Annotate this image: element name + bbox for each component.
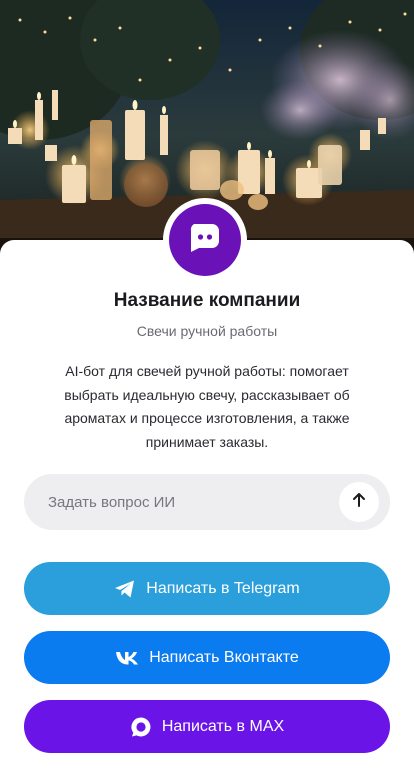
telegram-icon <box>114 579 136 599</box>
telegram-button[interactable]: Написать в Telegram <box>24 562 390 615</box>
vk-button[interactable]: Написать Вконтакте <box>24 631 390 684</box>
company-name: Название компании <box>113 290 301 311</box>
vk-button-label: Написать Вконтакте <box>149 648 299 666</box>
company-avatar <box>163 198 247 282</box>
max-button-label: Написать в MAX <box>161 717 285 735</box>
company-subtitle: Свечи ручной работы <box>136 323 278 339</box>
max-icon <box>130 716 152 738</box>
avatar-circle <box>169 204 241 276</box>
telegram-button-label: Написать в Telegram <box>146 579 300 597</box>
arrow-up-icon <box>351 492 367 513</box>
ask-ai-field <box>24 474 390 530</box>
vk-icon <box>115 651 139 665</box>
max-button[interactable]: Написать в MAX <box>24 700 390 753</box>
bot-icon <box>187 220 223 261</box>
send-button[interactable] <box>339 482 379 522</box>
company-description: AI-бот для свечей ручной работы: помогае… <box>64 363 350 450</box>
ask-ai-input[interactable] <box>48 474 348 530</box>
